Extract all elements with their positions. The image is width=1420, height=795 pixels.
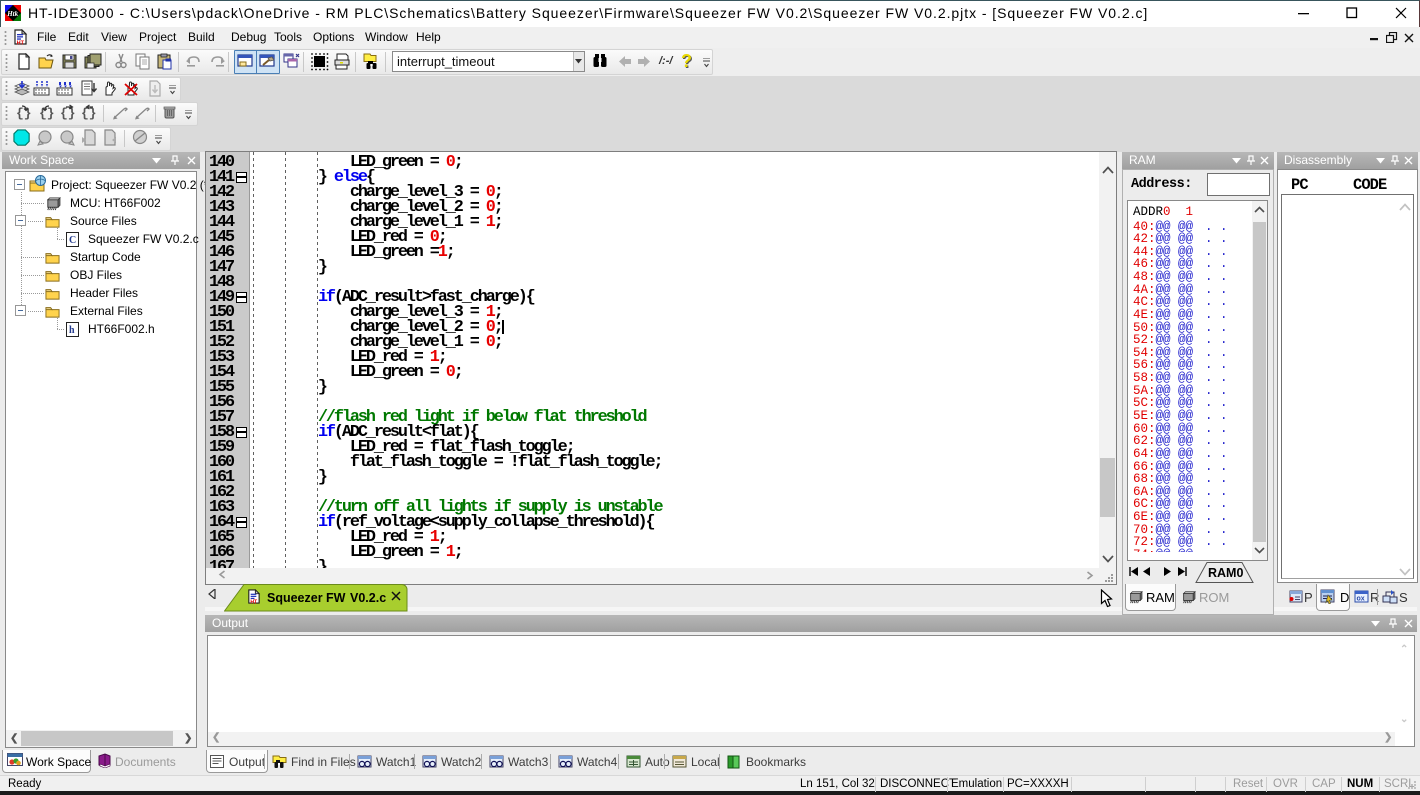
svg-text:h: h xyxy=(69,325,75,336)
svg-text:HT: HT xyxy=(17,40,25,45)
svg-text:RAM0: RAM0 xyxy=(1208,566,1243,580)
svg-text:ox: ox xyxy=(1357,596,1365,603)
svg-text:{}: {} xyxy=(39,106,55,121)
svg-text:Htk: Htk xyxy=(6,10,18,18)
svg-text:C: C xyxy=(69,235,76,246)
svg-text:HT: HT xyxy=(250,599,258,604)
svg-text:{}: {} xyxy=(16,106,32,121)
svg-text:{}: {} xyxy=(60,106,76,121)
